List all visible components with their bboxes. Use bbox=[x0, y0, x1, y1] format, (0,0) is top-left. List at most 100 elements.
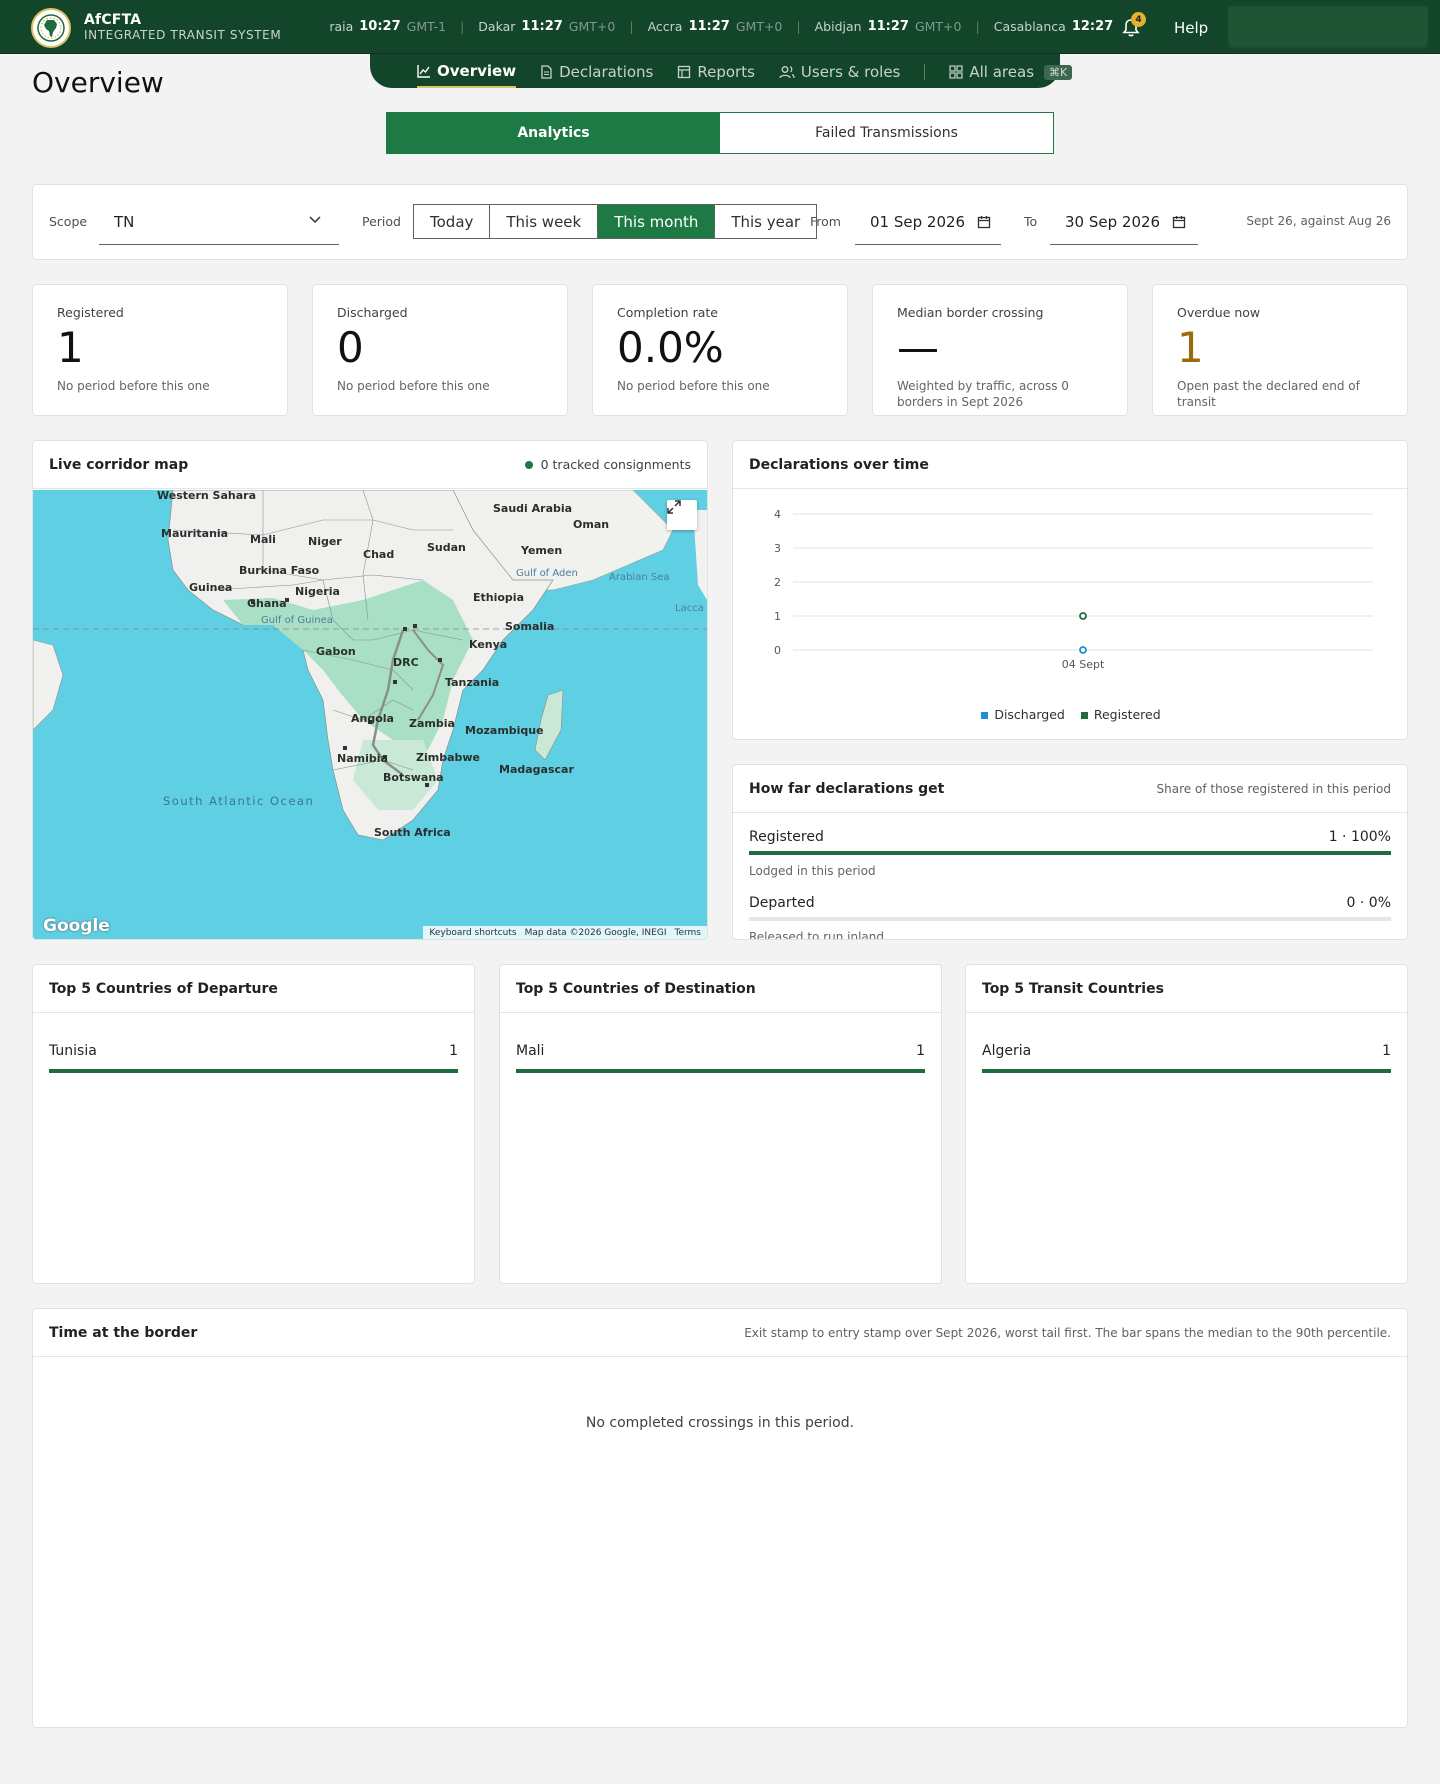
from-date-field[interactable]: 01 Sep 2026 bbox=[855, 199, 1001, 245]
map-label: Lacca bbox=[675, 603, 704, 614]
kpi-label: Discharged bbox=[337, 305, 408, 320]
country-bar bbox=[982, 1069, 1391, 1073]
panel-title: Time at the border bbox=[49, 1324, 198, 1341]
clock-separator: | bbox=[796, 19, 801, 34]
map-label: Tanzania bbox=[445, 676, 500, 689]
clock-city: Casablanca bbox=[993, 19, 1066, 34]
map-label: Zimbabwe bbox=[416, 751, 481, 764]
country-name: Mali bbox=[516, 1043, 545, 1059]
map-label: Ethiopia bbox=[473, 591, 524, 604]
nav-users-label: Users & roles bbox=[800, 63, 901, 81]
kpi-value: 1 bbox=[1177, 323, 1204, 372]
map-label: Angola bbox=[351, 712, 394, 725]
view-toggle: Analytics Failed Transmissions bbox=[386, 112, 1054, 154]
panel-header: How far declarations get Share of those … bbox=[733, 765, 1407, 813]
legend-label: Discharged bbox=[994, 707, 1065, 722]
kpi-label: Median border crossing bbox=[897, 305, 1044, 320]
comparison-note: Sept 26, against Aug 26 bbox=[1246, 214, 1391, 228]
map-canvas[interactable]: Western Sahara Mauritania Mali Niger Cha… bbox=[33, 490, 707, 939]
time-at-border-panel: Time at the border Exit stamp to entry s… bbox=[32, 1308, 1408, 1728]
scope-select[interactable]: TN bbox=[99, 199, 339, 245]
chevron-down-icon bbox=[309, 216, 321, 224]
top5-destination-panel: Top 5 Countries of Destination Mali 1 bbox=[499, 964, 942, 1284]
map-label: Mali bbox=[250, 533, 276, 546]
panel-header: Declarations over time bbox=[733, 441, 1407, 489]
map-label: Western Sahara bbox=[157, 490, 256, 502]
legend-label: Registered bbox=[1093, 707, 1161, 722]
kpi-note: No period before this one bbox=[617, 379, 770, 393]
country-bar bbox=[49, 1069, 458, 1073]
clock-abidjan: Abidjan 11:27 GMT+0 bbox=[815, 19, 962, 34]
map-label: Madagascar bbox=[499, 763, 574, 776]
legend-registered[interactable]: Registered bbox=[1080, 707, 1161, 722]
kpi-note: No period before this one bbox=[337, 379, 490, 393]
map-label: Somalia bbox=[505, 620, 555, 633]
to-date-field[interactable]: 30 Sep 2026 bbox=[1050, 199, 1198, 245]
afcfta-logo[interactable] bbox=[31, 8, 71, 48]
clock-zone: GMT+0 bbox=[568, 19, 616, 34]
clock-separator: | bbox=[629, 19, 634, 34]
y-tick-label: 3 bbox=[774, 542, 781, 555]
brand-name: AfCFTA bbox=[84, 12, 142, 28]
users-icon bbox=[779, 66, 795, 79]
shortcut-hint: ⌘K bbox=[1044, 64, 1073, 80]
clock-city: Abidjan bbox=[814, 19, 862, 34]
nav-divider bbox=[924, 64, 926, 80]
africa-emblem-icon bbox=[37, 14, 65, 42]
x-tick-label: 04 Sept bbox=[1062, 658, 1105, 671]
help-link[interactable]: Help bbox=[1174, 19, 1208, 37]
grid-icon bbox=[949, 65, 963, 79]
map-label: Yemen bbox=[521, 544, 563, 557]
tracked-count: 0 tracked consignments bbox=[540, 457, 691, 472]
nav-all-areas[interactable]: All areas ⌘K bbox=[949, 61, 1073, 87]
map-label: Kenya bbox=[469, 638, 508, 651]
clock-zone: GMT+0 bbox=[735, 19, 783, 34]
keyboard-shortcuts-link[interactable]: Keyboard shortcuts bbox=[429, 928, 516, 938]
period-today[interactable]: Today bbox=[414, 205, 491, 238]
country-count: 1 bbox=[449, 1043, 458, 1059]
kpi-label: Completion rate bbox=[617, 305, 718, 320]
table-icon bbox=[678, 65, 691, 79]
map-label: Saudi Arabia bbox=[493, 502, 573, 515]
clock-city: Dakar bbox=[478, 19, 516, 34]
period-selector: Today This week This month This year bbox=[413, 204, 818, 239]
clock-casablanca: Casablanca 12:27 bbox=[994, 19, 1113, 34]
y-tick-label: 2 bbox=[774, 576, 781, 589]
map-label: Burkina Faso bbox=[239, 564, 320, 577]
top5-transit-panel: Top 5 Transit Countries Algeria 1 bbox=[965, 964, 1408, 1284]
calendar-icon bbox=[1172, 215, 1186, 228]
period-this-month[interactable]: This month bbox=[598, 205, 716, 238]
scope-value: TN bbox=[114, 212, 135, 231]
account-menu[interactable] bbox=[1228, 6, 1428, 48]
panel-title: Live corridor map bbox=[49, 456, 189, 473]
fullscreen-button[interactable] bbox=[667, 500, 697, 530]
tab-analytics[interactable]: Analytics bbox=[387, 113, 720, 153]
nav-overview[interactable]: Overview bbox=[417, 60, 517, 88]
scope-label: Scope bbox=[49, 214, 88, 229]
stage-bar bbox=[749, 917, 1391, 921]
to-label: To bbox=[1024, 214, 1038, 229]
nav-reports[interactable]: Reports bbox=[677, 61, 755, 87]
panel-title: Top 5 Transit Countries bbox=[982, 980, 1164, 997]
clock-time: 12:27 bbox=[1071, 19, 1114, 34]
stage-value: 0 · 0% bbox=[1346, 895, 1391, 911]
map-data-credit: Map data ©2026 Google, INEGI bbox=[524, 928, 667, 938]
panel-header: Top 5 Countries of Departure bbox=[33, 965, 474, 1013]
tracked-consignments: 0 tracked consignments bbox=[524, 457, 691, 472]
nav-all-areas-label: All areas bbox=[969, 63, 1035, 81]
nav-declarations[interactable]: Declarations bbox=[540, 61, 653, 87]
panel-note: Exit stamp to entry stamp over Sept 2026… bbox=[744, 1325, 1391, 1340]
tab-failed-transmissions[interactable]: Failed Transmissions bbox=[720, 113, 1053, 153]
legend-discharged[interactable]: Discharged bbox=[981, 707, 1065, 722]
map-label: Guinea bbox=[189, 581, 233, 594]
brand: AfCFTA INTEGRATED TRANSIT SYSTEM bbox=[84, 12, 281, 42]
map-label: DRC bbox=[393, 656, 419, 669]
y-tick-label: 1 bbox=[774, 610, 781, 623]
list-item: Algeria 1 bbox=[982, 1043, 1391, 1073]
map-label: South Africa bbox=[374, 826, 451, 839]
line-chart-icon bbox=[417, 65, 430, 78]
period-this-week[interactable]: This week bbox=[490, 205, 599, 238]
nav-users[interactable]: Users & roles bbox=[779, 61, 900, 87]
terms-link[interactable]: Terms bbox=[674, 928, 701, 938]
period-this-year[interactable]: This year bbox=[715, 205, 816, 238]
